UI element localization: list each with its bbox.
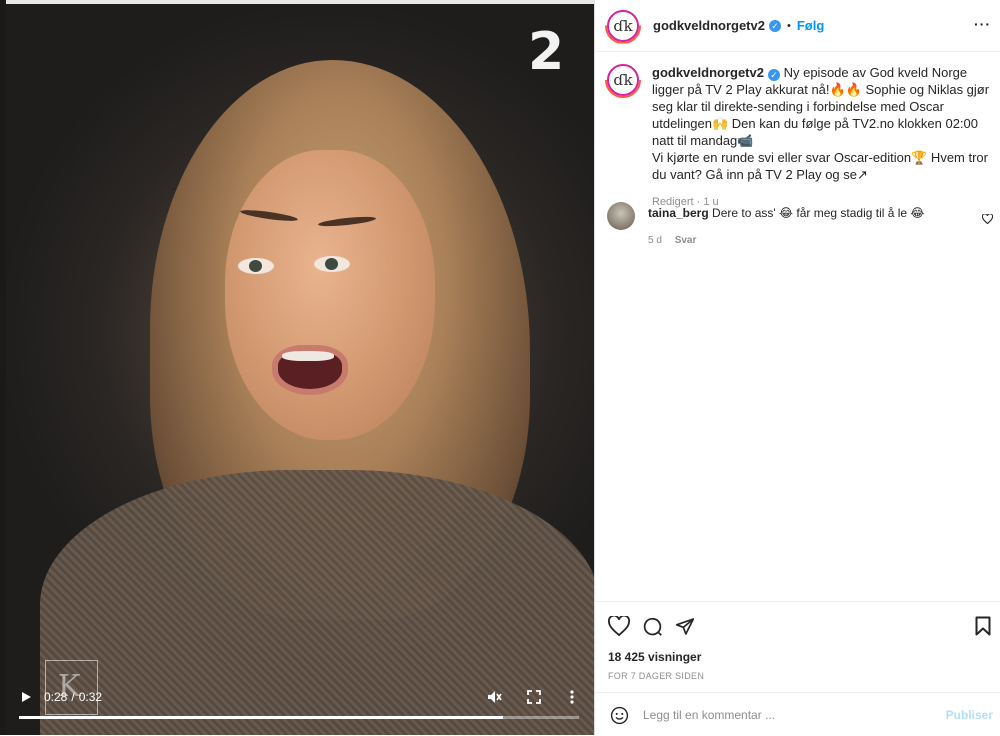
caption-avatar-logo: ɗk — [613, 71, 633, 89]
caption-body: godkveldnorgetv2 ✓ Ny episode av God kvel… — [652, 64, 995, 211]
mute-button[interactable] — [482, 684, 506, 710]
time-separator: / — [71, 690, 75, 704]
comment-reply-button[interactable]: Svar — [675, 235, 697, 246]
play-icon — [22, 692, 31, 702]
header-username[interactable]: godkveldnorgetv2 — [653, 18, 765, 33]
comment-username[interactable]: taina_berg — [648, 206, 709, 220]
comment-item: taina_berg Dere to ass' 😂 får meg stadig… — [607, 202, 999, 246]
comment-text: Dere to ass' 😂 får meg stadig til å le 😂 — [712, 206, 925, 220]
heart-icon — [608, 616, 630, 636]
comment-like-button[interactable] — [981, 211, 994, 229]
tv2-logo: 2 — [528, 22, 564, 82]
comment-meta: 5 d Svar — [648, 235, 978, 246]
caption-avatar[interactable]: ɗk — [607, 64, 639, 96]
like-button[interactable] — [607, 614, 631, 638]
bookmark-icon — [975, 616, 991, 636]
caption-line-1: godkveldnorgetv2 ✓ Ny episode av God kvel… — [652, 64, 995, 149]
fullscreen-button[interactable] — [522, 684, 546, 710]
paper-plane-icon — [675, 617, 695, 635]
verified-badge-icon: ✓ — [768, 19, 781, 32]
fullscreen-icon — [527, 690, 541, 704]
video-progress-bar[interactable] — [19, 716, 579, 719]
comment-age: 5 d — [648, 235, 662, 246]
header-user-row: godkveldnorgetv2 ✓ • Følg — [653, 18, 824, 33]
time-total: 0:32 — [78, 690, 103, 704]
post-sidebar: ɗk godkveldnorgetv2 ✓ • Følg ··· ɗk godk… — [594, 0, 1000, 735]
post-date: FOR 7 DAGER SIDEN — [608, 671, 705, 681]
video-progress-fill — [19, 716, 504, 719]
time-display: 0:28 / 0:32 — [44, 684, 102, 710]
comment-bubble-icon — [643, 617, 662, 636]
view-count: 18 425 visninger — [608, 650, 702, 664]
post-caption: ɗk godkveldnorgetv2 ✓ Ny episode av God k… — [607, 64, 995, 211]
heart-icon — [981, 213, 994, 225]
follow-button[interactable]: Følg — [797, 18, 824, 33]
comment-composer: Publiser — [595, 692, 1000, 736]
caption-username[interactable]: godkveldnorgetv2 — [652, 65, 764, 80]
video-frame-eye-right — [314, 256, 350, 272]
caption-verified-icon: ✓ — [767, 69, 780, 81]
top-strip — [0, 0, 594, 4]
emoji-smiley-icon — [610, 706, 628, 724]
comment-avatar[interactable] — [607, 202, 635, 230]
time-current: 0:28 — [44, 690, 68, 704]
video-frame-eye-left — [238, 258, 274, 274]
share-button[interactable] — [673, 614, 697, 638]
emoji-button[interactable] — [609, 705, 629, 725]
avatar-logo: ɗk — [613, 16, 633, 35]
caption-text-2: Vi kjørte en runde svi eller svar Oscar-… — [652, 150, 988, 182]
video-frame-teeth — [282, 351, 334, 361]
comment-line: taina_berg Dere to ass' 😂 får meg stadig… — [648, 205, 978, 221]
publish-button[interactable]: Publiser — [946, 708, 993, 722]
more-vertical-icon — [570, 690, 574, 704]
header-dot: • — [786, 19, 791, 32]
profile-avatar[interactable]: ɗk — [607, 9, 639, 42]
comment-button[interactable] — [640, 614, 664, 638]
volume-muted-icon — [488, 691, 502, 703]
comment-input[interactable] — [641, 705, 931, 725]
video-more-button[interactable] — [562, 684, 582, 710]
comment-body: taina_berg Dere to ass' 😂 får meg stadig… — [648, 202, 978, 246]
post-options-button[interactable]: ··· — [974, 16, 991, 32]
video-left-edge — [0, 0, 6, 735]
video-frame-face — [225, 150, 435, 440]
save-button[interactable] — [971, 614, 995, 638]
post-actions: 18 425 visninger FOR 7 DAGER SIDEN Publi… — [595, 601, 1000, 735]
video-controls: 0:28 / 0:32 — [0, 684, 594, 710]
video-player[interactable]: 2 K 0:28 / 0:32 — [0, 0, 594, 735]
play-button[interactable] — [14, 684, 38, 710]
post-header: ɗk godkveldnorgetv2 ✓ • Følg ··· — [595, 0, 1000, 52]
